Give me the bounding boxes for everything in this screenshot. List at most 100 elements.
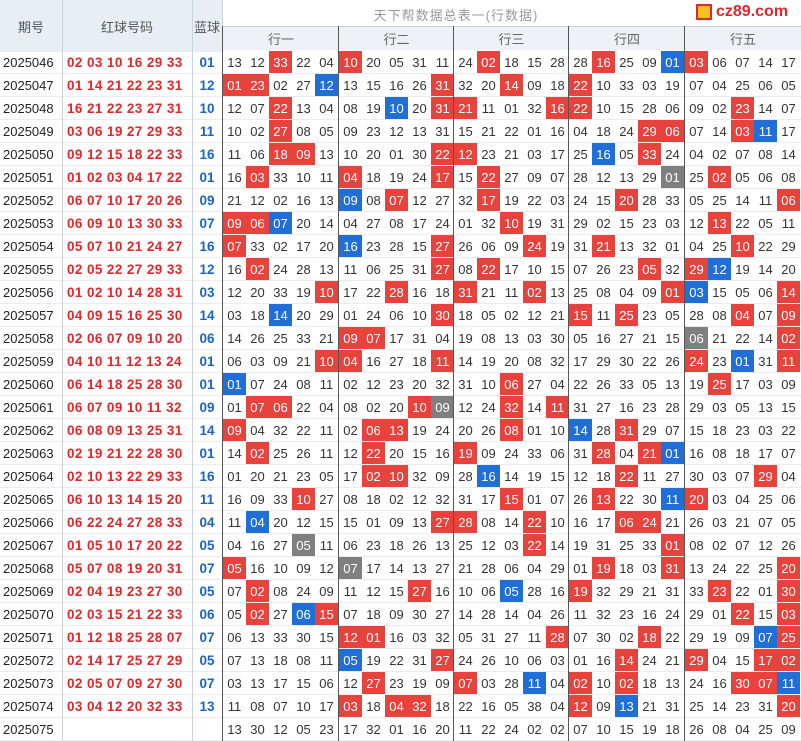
blue-ball-number: 12: [199, 78, 215, 93]
blue-ball-number: 11: [199, 124, 215, 139]
number-cell: 08: [458, 262, 473, 277]
number-cell: 16: [435, 584, 450, 599]
number-cell: 13: [343, 78, 358, 93]
number-cell: 07: [454, 672, 477, 695]
number-cell: 31: [596, 538, 611, 553]
number-cell: 29: [781, 239, 796, 254]
number-cell: 28: [642, 193, 657, 208]
number-cell: 16: [712, 676, 727, 691]
number-cell: 15: [296, 676, 311, 691]
number-cell: 08: [689, 538, 704, 553]
number-cell: 14: [758, 331, 773, 346]
number-cell: 04: [573, 124, 588, 139]
number-cell: 01: [227, 469, 242, 484]
number-cell: 33: [273, 285, 288, 300]
group-header-5: 行五: [685, 26, 801, 50]
number-cell: 21: [458, 561, 473, 576]
number-cell: 16: [250, 561, 265, 576]
number-cell: 08: [481, 331, 496, 346]
number-cell: 20: [481, 78, 496, 93]
number-cell: 21: [665, 515, 680, 530]
number-cell: 08: [343, 400, 358, 415]
number-cell: 24: [685, 350, 708, 373]
number-cell: 22: [504, 124, 519, 139]
number-cell: 27: [269, 120, 292, 143]
number-cell: 07: [269, 212, 292, 235]
number-cell: 25: [689, 699, 704, 714]
number-cell: 07: [758, 308, 773, 323]
number-cell: 14: [615, 649, 638, 672]
number-cell: 32: [458, 78, 473, 93]
column-divider: [192, 0, 193, 741]
number-cell: 10: [412, 308, 427, 323]
number-cell: 03: [339, 695, 362, 718]
table-title: 天下帮数据总表一(行数据): [373, 7, 539, 23]
number-cell: 03: [550, 653, 565, 668]
number-cell: 12: [412, 492, 427, 507]
number-cell: 14: [319, 216, 334, 231]
number-cell: 09: [296, 561, 311, 576]
number-cell: 11: [343, 584, 358, 599]
number-cell: 21: [481, 285, 496, 300]
number-cell: 02: [366, 400, 381, 415]
blue-ball-number: 14: [199, 423, 215, 438]
number-cell: 04: [619, 285, 634, 300]
number-cell: 10: [315, 281, 338, 304]
blue-ball-number: 01: [199, 377, 215, 392]
issue-number: 2025059: [3, 354, 54, 369]
number-cell: 22: [527, 193, 542, 208]
number-cell: 19: [642, 722, 657, 737]
number-cell: 07: [246, 396, 269, 419]
number-cell: 18: [642, 676, 657, 691]
number-cell: 13: [758, 400, 773, 415]
blue-ball-number: 10: [199, 101, 215, 116]
number-cell: 23: [619, 262, 634, 277]
number-cell: 29: [550, 561, 565, 576]
number-cell: 03: [712, 515, 727, 530]
number-cell: 13: [504, 331, 519, 346]
number-cell: 31: [431, 74, 454, 97]
number-cell: 32: [550, 354, 565, 369]
number-cell: 04: [527, 561, 542, 576]
number-cell: 09: [781, 377, 796, 392]
red-ball-numbers: 06 07 10 17 20 26: [67, 193, 183, 208]
number-cell: 13: [319, 193, 334, 208]
issue-number: 2025048: [3, 101, 54, 116]
number-cell: 10: [385, 97, 408, 120]
number-cell: 15: [758, 607, 773, 622]
number-cell: 14: [758, 262, 773, 277]
number-cell: 13: [435, 538, 450, 553]
number-cell: 11: [642, 469, 657, 484]
number-cell: 22: [477, 166, 500, 189]
number-cell: 16: [412, 722, 427, 737]
number-cell: 17: [573, 354, 588, 369]
number-cell: 27: [504, 630, 519, 645]
number-cell: 30: [731, 672, 754, 695]
number-cell: 29: [319, 308, 334, 323]
number-cell: 21: [227, 193, 242, 208]
number-cell: 31: [758, 354, 773, 369]
number-cell: 05: [665, 308, 680, 323]
number-cell: 02: [569, 672, 592, 695]
number-cell: 18: [735, 446, 750, 461]
number-cell: 12: [339, 626, 362, 649]
number-cell: 27: [431, 235, 454, 258]
number-cell: 04: [319, 400, 334, 415]
number-cell: 08: [296, 377, 311, 392]
group-header-2: 行二: [339, 26, 454, 50]
number-cell: 20: [435, 722, 450, 737]
number-cell: 06: [250, 147, 265, 162]
number-cell: 01: [573, 561, 588, 576]
number-cell: 30: [619, 354, 634, 369]
number-cell: 04: [339, 166, 362, 189]
number-cell: 07: [385, 189, 408, 212]
number-cell: 06: [246, 212, 269, 235]
number-cell: 13: [550, 285, 565, 300]
number-cell: 27: [389, 354, 404, 369]
number-cell: 10: [550, 423, 565, 438]
number-cell: 22: [731, 603, 754, 626]
number-cell: 31: [431, 97, 454, 120]
number-cell: 04: [550, 699, 565, 714]
number-cell: 07: [573, 722, 588, 737]
number-cell: 18: [366, 607, 381, 622]
